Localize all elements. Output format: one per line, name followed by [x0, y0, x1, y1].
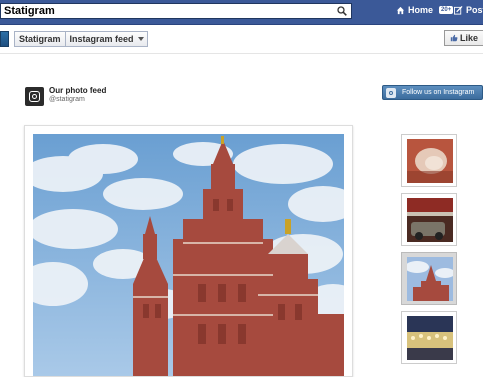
- follow-instagram-button[interactable]: Follow us on Instagram: [382, 85, 483, 100]
- search-value: Statigram: [4, 5, 55, 17]
- avatar-lens: [32, 94, 37, 99]
- feed-title: Our photo feed: [49, 86, 107, 95]
- nav-home[interactable]: Home 20+: [396, 5, 454, 15]
- thumbnail-3-image: [407, 257, 453, 301]
- facebook-top-bar: Statigram Home 20+ Post: [0, 0, 483, 25]
- thumbnail-4-image: [407, 316, 453, 360]
- main-photo[interactable]: [33, 134, 344, 376]
- search-input[interactable]: Statigram: [0, 3, 352, 19]
- historical-museum-photo: [33, 134, 344, 376]
- post-icon: [454, 5, 463, 15]
- nav-post-label: Post: [466, 5, 483, 15]
- thumbnail-2[interactable]: [401, 193, 457, 246]
- like-label: Like: [459, 33, 478, 43]
- home-count-badge: 20+: [439, 6, 454, 14]
- nav-post[interactable]: Post: [454, 5, 483, 15]
- app-tab-selector[interactable]: Statigram Instagram feed: [14, 31, 148, 47]
- app-tab-feed-label: Instagram feed: [69, 34, 134, 44]
- main-photo-card: [24, 125, 353, 377]
- follow-label: Follow us on Instagram: [402, 89, 475, 96]
- thumbnail-4[interactable]: [401, 311, 457, 364]
- thumbnail-3[interactable]: [401, 252, 457, 305]
- feed-username[interactable]: @statigram: [49, 96, 85, 103]
- app-header: Statigram Instagram feed Like: [0, 25, 483, 54]
- chevron-down-icon: [137, 37, 144, 41]
- page-logo[interactable]: [0, 31, 9, 47]
- thumbs-up-icon: [450, 34, 458, 42]
- home-icon: [396, 6, 405, 14]
- instagram-camera-icon: [386, 87, 396, 98]
- instagram-camera-icon: [25, 87, 44, 106]
- app-tab-feed[interactable]: Instagram feed: [66, 32, 147, 46]
- search-icon[interactable]: [337, 6, 347, 16]
- thumbnail-2-image: [407, 198, 453, 242]
- app-tab-name[interactable]: Statigram: [15, 32, 66, 46]
- nav-home-label: Home: [408, 5, 434, 15]
- thumbnail-1-image: [407, 139, 453, 183]
- like-button[interactable]: Like: [444, 30, 483, 46]
- thumbnail-1[interactable]: [401, 134, 457, 187]
